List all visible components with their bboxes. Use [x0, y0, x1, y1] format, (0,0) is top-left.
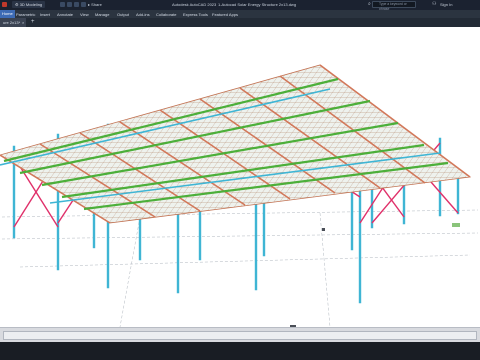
save-icon[interactable] — [74, 2, 79, 7]
ribbon-tab-output[interactable]: Output — [117, 12, 129, 17]
workspace-switcher[interactable]: ⚙ 3D Modeling — [12, 1, 46, 8]
quick-access-icons — [60, 1, 86, 8]
title-bar: ⚙ 3D Modeling ▸ Share Autodesk AutoCAD 2… — [0, 0, 480, 11]
ribbon-tab-parametric[interactable]: Parametric — [16, 12, 35, 17]
ribbon-tab-bar: Home Parametric Insert Annotate View Man… — [0, 10, 480, 18]
workspace-label: 3D Modeling — [19, 2, 43, 7]
command-line-input[interactable] — [3, 331, 477, 340]
file-title: 1-Autocad Solar Energy Structure 2x13.dw… — [218, 2, 297, 7]
undo-icon[interactable] — [81, 2, 86, 7]
ribbon-tab-view[interactable]: View — [80, 12, 89, 17]
share-label: Share — [91, 2, 102, 7]
app-menu-icon[interactable] — [2, 2, 7, 7]
markers — [290, 228, 325, 327]
document-tab-bar: ure 2x13* × + — [0, 18, 480, 27]
new-icon[interactable] — [60, 2, 65, 7]
new-tab-button[interactable]: + — [31, 19, 35, 25]
share-button[interactable]: ▸ Share — [88, 2, 102, 7]
sign-in-link[interactable]: Sign In — [440, 2, 452, 7]
search-icon: ⌕ — [368, 1, 371, 7]
status-bar — [0, 327, 480, 342]
solar-structure-model — [0, 64, 479, 327]
taskbar — [0, 342, 480, 360]
ribbon-tab-featured-apps[interactable]: Featured Apps — [212, 12, 238, 17]
drawing-viewport[interactable] — [0, 27, 480, 327]
ribbon-tab-collaborate[interactable]: Collaborate — [156, 12, 176, 17]
ucs-marker — [452, 223, 460, 227]
ribbon-tab-manage[interactable]: Manage — [95, 12, 109, 17]
ribbon-tab-express-tools[interactable]: Express Tools — [183, 12, 208, 17]
ribbon-tab-home[interactable]: Home — [0, 10, 15, 18]
ribbon-tab-annotate[interactable]: Annotate — [57, 12, 73, 17]
app-title: Autodesk AutoCAD 2023 — [172, 2, 217, 7]
ribbon-tab-addins[interactable]: Add-ins — [136, 12, 150, 17]
construction-lines — [1, 209, 479, 327]
quick-access-toolbar — [2, 1, 7, 8]
ribbon-tab-insert[interactable]: Insert — [40, 12, 50, 17]
document-tab-label: ure 2x13* — [3, 20, 21, 25]
user-icon[interactable]: ⚇ — [432, 1, 436, 7]
close-icon[interactable]: × — [22, 20, 24, 25]
open-icon[interactable] — [67, 2, 72, 7]
search-input[interactable]: Type a keyword or phrase — [372, 1, 416, 11]
